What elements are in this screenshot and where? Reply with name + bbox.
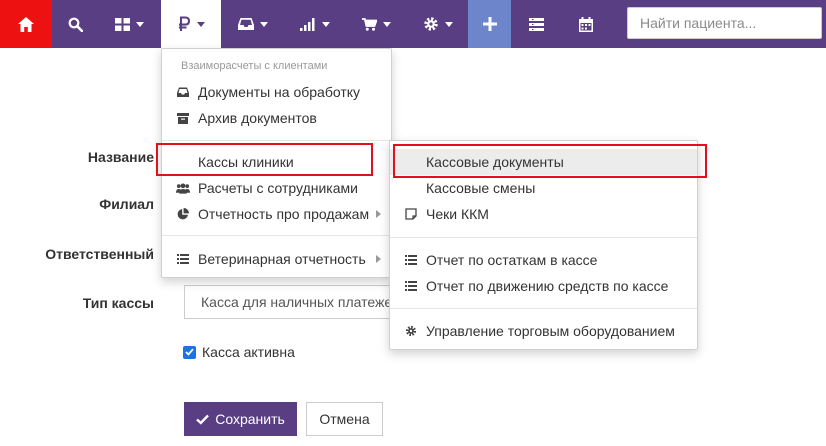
menu-item-sales-reports[interactable]: Отчетность про продажам xyxy=(162,201,391,227)
gear-icon xyxy=(423,17,438,31)
chevron-down-icon xyxy=(383,21,391,27)
menu-item-label: Кассы клиники xyxy=(198,154,294,170)
chevron-down-icon xyxy=(259,21,268,27)
menu-item-label: Управление торговым оборудованием xyxy=(426,323,675,339)
gear-icon xyxy=(404,324,418,338)
cash-type-value: Касса для наличных платежей xyxy=(201,294,400,310)
menu-item-label: Отчетность про продажам xyxy=(198,206,370,222)
menu-item-documents-processing[interactable]: Документы на обработку xyxy=(162,79,391,105)
name-label: Название xyxy=(87,149,154,165)
home-icon xyxy=(18,16,34,32)
save-button[interactable]: Сохранить xyxy=(184,402,297,436)
receipt-icon xyxy=(404,207,418,221)
menu-item-clinic-cashboxes[interactable]: Кассы клиники xyxy=(162,149,391,175)
menu-item-label: Чеки ККМ xyxy=(426,206,489,222)
menu-item-employee-settlements[interactable]: Расчеты с сотрудниками xyxy=(162,175,391,201)
dashboard-menu[interactable] xyxy=(98,0,161,48)
finance-dropdown: Взаиморасчеты с клиентами Документы на о… xyxy=(161,48,392,278)
search-nav-button[interactable] xyxy=(52,0,98,48)
finance-menu[interactable] xyxy=(161,0,221,48)
chevron-down-icon xyxy=(322,21,330,27)
archive-icon xyxy=(176,111,190,125)
bar-chart-icon xyxy=(300,17,315,31)
search-input[interactable] xyxy=(627,7,822,39)
menu-section-header: Взаиморасчеты с клиентами xyxy=(181,60,328,72)
chevron-down-icon xyxy=(136,21,144,27)
cancel-button-label: Отмена xyxy=(319,411,370,427)
responsible-label: Ответственный xyxy=(45,246,154,262)
list-icon xyxy=(404,279,418,293)
branch-label: Филиал xyxy=(99,196,154,212)
tasks-button[interactable] xyxy=(511,0,561,48)
check-icon xyxy=(185,348,194,356)
list-icon xyxy=(404,253,418,267)
active-checkbox-label: Касса активна xyxy=(202,344,295,360)
menu-divider xyxy=(390,308,697,309)
chevron-down-icon xyxy=(444,21,453,27)
cart-icon xyxy=(362,17,377,31)
search-icon xyxy=(68,17,83,32)
menu-item-label: Документы на обработку xyxy=(198,84,361,100)
chevron-right-icon xyxy=(376,210,381,218)
menu-item-cash-shifts[interactable]: Кассовые смены xyxy=(390,175,697,201)
cash-type-label: Тип кассы xyxy=(82,295,154,311)
ruble-icon xyxy=(178,16,190,31)
calendar-button[interactable] xyxy=(561,0,611,48)
shop-menu[interactable] xyxy=(346,0,407,48)
active-checkbox-row[interactable]: Касса активна xyxy=(183,344,295,360)
add-button[interactable] xyxy=(468,0,511,48)
users-icon xyxy=(176,181,190,195)
menu-item-cash-documents[interactable]: Кассовые документы xyxy=(390,149,697,175)
chevron-down-icon xyxy=(196,21,205,27)
menu-item-documents-archive[interactable]: Архив документов xyxy=(162,105,391,131)
menu-item-label: Ветеринарная отчетность xyxy=(198,251,366,267)
list-icon xyxy=(528,17,544,31)
menu-item-cash-balance-report[interactable]: Отчет по остаткам в кассе xyxy=(390,247,697,273)
inbox-icon xyxy=(237,18,254,30)
menu-item-label: Кассовые смены xyxy=(426,180,536,196)
menu-item-label: Архив документов xyxy=(198,110,317,126)
inbox-icon xyxy=(176,85,190,99)
checkmark-icon xyxy=(196,414,210,425)
menu-divider xyxy=(390,237,697,238)
grid-icon xyxy=(115,17,130,31)
cashbox-submenu: Кассовые документы Кассовые смены Чеки К… xyxy=(389,140,698,350)
menu-divider xyxy=(162,140,391,141)
cancel-button[interactable]: Отмена xyxy=(306,402,383,436)
menu-item-label: Кассовые документы xyxy=(426,154,564,170)
menu-item-label: Отчет по остаткам в кассе xyxy=(426,252,598,268)
plus-icon xyxy=(482,17,497,31)
menu-item-kkm-receipts[interactable]: Чеки ККМ xyxy=(390,201,697,227)
inbox-menu[interactable] xyxy=(221,0,284,48)
menu-item-label: Расчеты с сотрудниками xyxy=(198,180,358,196)
calendar-icon xyxy=(579,16,593,32)
menu-item-trade-equipment[interactable]: Управление торговым оборудованием xyxy=(390,318,697,344)
save-button-label: Сохранить xyxy=(215,411,285,427)
list-icon xyxy=(176,252,190,266)
menu-item-cash-flow-report[interactable]: Отчет по движению средств по кассе xyxy=(390,273,697,299)
menu-item-label: Отчет по движению средств по кассе xyxy=(426,278,669,294)
top-navbar xyxy=(0,0,826,48)
active-checkbox[interactable] xyxy=(183,345,196,359)
pie-chart-icon xyxy=(176,207,190,221)
settings-menu[interactable] xyxy=(407,0,468,48)
chevron-right-icon xyxy=(376,255,381,263)
reports-menu[interactable] xyxy=(284,0,346,48)
home-button[interactable] xyxy=(0,0,52,48)
menu-item-vet-reports[interactable]: Ветеринарная отчетность xyxy=(162,246,391,272)
menu-divider xyxy=(162,235,391,236)
